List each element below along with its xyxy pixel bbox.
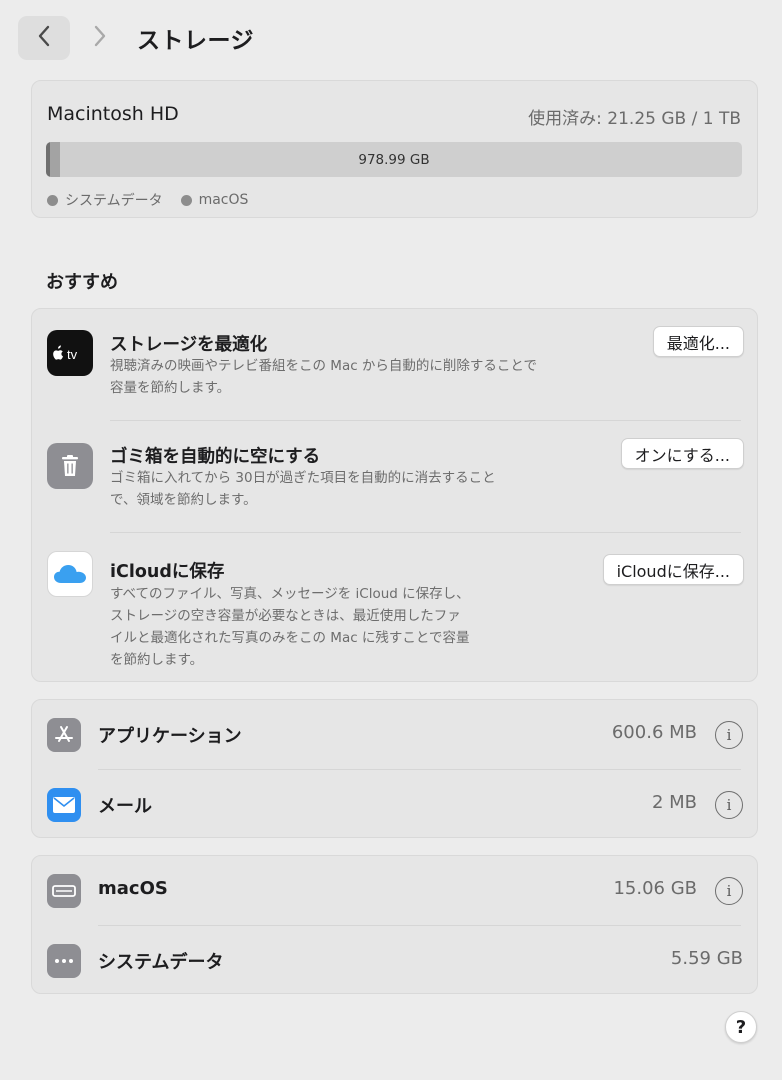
disk-usage-card: Macintosh HD 使用済み: 21.25 GB / 1 TB 978.9… <box>31 80 758 218</box>
recommendation-title: ゴミ箱を自動的に空にする <box>110 447 321 467</box>
disk-name: Macintosh HD <box>47 103 179 125</box>
forward-button[interactable] <box>80 16 120 60</box>
list-item-macos[interactable]: macOS 15.06 GB i <box>32 856 759 926</box>
list-item-size: 600.6 MB <box>611 722 697 743</box>
toolbar: ストレージ <box>0 0 782 76</box>
list-item-label: メール <box>98 796 152 817</box>
back-button[interactable] <box>18 16 70 60</box>
app-store-icon <box>47 718 81 752</box>
list-item-label: macOS <box>98 878 168 899</box>
recommendation-store-in-icloud: iCloudに保存 すべてのファイル、写真、メッセージを iCloud に保存し… <box>32 533 759 683</box>
info-button[interactable]: i <box>715 721 743 749</box>
storage-bar[interactable]: 978.99 GB <box>46 142 742 177</box>
page-title: ストレージ <box>137 28 255 54</box>
description-line: ストレージの空き容量が必要なときは、最近使用したファ <box>110 608 461 624</box>
storage-legend: システムデータ macOS <box>47 190 266 210</box>
mail-icon <box>47 788 81 822</box>
recommendation-description: 視聴済みの映画やテレビ番組をこの Mac から自動的に削除することで 容量を節約… <box>110 355 537 399</box>
description-line: すべてのファイル、写真、メッセージを iCloud に保存し、 <box>110 586 470 602</box>
legend-item-system-data: システムデータ <box>47 190 163 210</box>
ellipsis-icon <box>47 944 81 978</box>
list-item-label: アプリケーション <box>98 726 242 747</box>
turn-on-button[interactable]: オンにする... <box>620 438 744 469</box>
svg-text:tv: tv <box>67 347 78 362</box>
legend-label: システムデータ <box>65 193 163 209</box>
trash-icon <box>47 443 93 489</box>
list-item-label: システムデータ <box>98 952 224 973</box>
drive-icon <box>47 874 81 908</box>
description-line: イルと最適化された写真のみをこの Mac に残すことで容量 <box>110 630 470 646</box>
recommendation-optimize-storage: tv ストレージを最適化 視聴済みの映画やテレビ番組をこの Mac から自動的に… <box>32 309 759 420</box>
info-button[interactable]: i <box>715 877 743 905</box>
info-button[interactable]: i <box>715 791 743 819</box>
recommendation-title: ストレージを最適化 <box>110 335 268 355</box>
info-icon: i <box>726 726 732 744</box>
list-item-system-data[interactable]: システムデータ 5.59 GB <box>32 926 759 996</box>
category-list-apps: アプリケーション 600.6 MB i メール 2 MB i <box>31 699 758 838</box>
optimize-button[interactable]: 最適化... <box>652 326 744 357</box>
legend-dot <box>180 194 192 206</box>
apple-tv-icon: tv <box>47 330 93 376</box>
storage-bar-free-label: 978.99 GB <box>358 151 430 168</box>
recommendation-description: すべてのファイル、写真、メッセージを iCloud に保存し、 ストレージの空き… <box>110 583 470 671</box>
recommendations-heading: おすすめ <box>46 272 118 293</box>
list-item-size: 2 MB <box>651 792 697 813</box>
list-item-size: 5.59 GB <box>670 948 743 969</box>
recommendation-empty-trash: ゴミ箱を自動的に空にする ゴミ箱に入れてから 30日が過ぎた項目を自動的に消去す… <box>32 421 759 533</box>
list-item-size: 15.06 GB <box>613 878 697 899</box>
store-in-icloud-button[interactable]: iCloudに保存... <box>602 554 744 585</box>
chevron-right-icon <box>92 24 108 52</box>
disk-usage-text: 使用済み: 21.25 GB / 1 TB <box>528 109 741 129</box>
icloud-icon <box>47 551 93 597</box>
list-item-applications[interactable]: アプリケーション 600.6 MB i <box>32 700 759 770</box>
recommendation-title: iCloudに保存 <box>110 562 225 582</box>
description-line: 容量を節約します。 <box>110 380 231 396</box>
description-line: を節約します。 <box>110 652 204 668</box>
help-button[interactable]: ? <box>725 1011 757 1043</box>
info-icon: i <box>726 882 732 900</box>
info-icon: i <box>726 796 732 814</box>
recommendations-card: tv ストレージを最適化 視聴済みの映画やテレビ番組をこの Mac から自動的に… <box>31 308 758 682</box>
chevron-left-icon <box>36 24 52 52</box>
description-line: 視聴済みの映画やテレビ番組をこの Mac から自動的に削除することで <box>110 358 538 374</box>
legend-dot <box>47 194 58 206</box>
legend-item-macos: macOS <box>180 192 249 208</box>
list-item-mail[interactable]: メール 2 MB i <box>32 770 759 840</box>
recommendation-description: ゴミ箱に入れてから 30日が過ぎた項目を自動的に消去すること で、領域を節約しま… <box>110 467 496 511</box>
description-line: で、領域を節約します。 <box>110 492 257 508</box>
description-line: ゴミ箱に入れてから 30日が過ぎた項目を自動的に消去すること <box>110 470 496 486</box>
category-list-system: macOS 15.06 GB i システムデータ 5.59 GB <box>31 855 758 994</box>
legend-label: macOS <box>198 192 249 208</box>
question-mark-icon: ? <box>735 1016 747 1038</box>
